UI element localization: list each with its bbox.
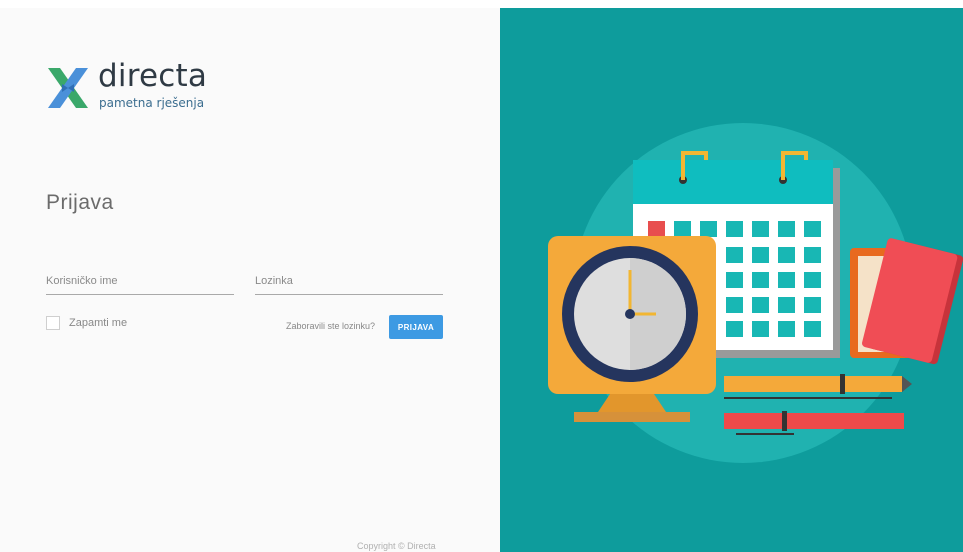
remember-me-label: Zapamti me [69, 317, 128, 329]
password-field [255, 270, 443, 295]
remember-me[interactable]: Zapamti me [46, 315, 127, 331]
book-icon [850, 238, 963, 365]
copyright: Copyright © Directa [357, 541, 436, 551]
page-title: Prijava [46, 191, 114, 214]
illustration-panel [500, 8, 963, 552]
brand-tagline: pametna rješenja [99, 96, 205, 110]
logo-mark-icon [48, 68, 88, 108]
remember-me-checkbox[interactable] [46, 316, 60, 330]
username-field [46, 270, 234, 295]
password-input[interactable] [255, 270, 443, 292]
login-panel: directa pametna rješenja Prijava Zapamti… [0, 8, 500, 552]
forgot-password-link[interactable]: Zaboravili ste lozinku? [286, 321, 375, 331]
brand-logo: directa pametna rješenja [46, 58, 216, 114]
login-button[interactable]: PRIJAVA [389, 315, 443, 339]
brand-name: directa [98, 58, 208, 94]
username-input[interactable] [46, 270, 234, 292]
illustration [548, 123, 963, 463]
